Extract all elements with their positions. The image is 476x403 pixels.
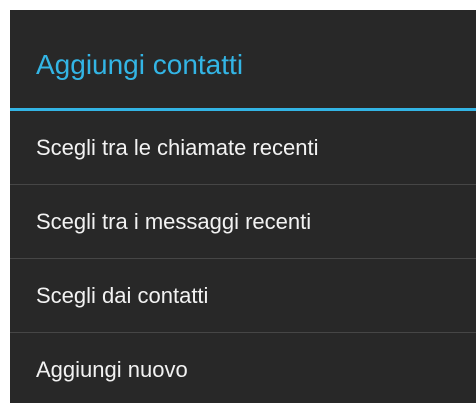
option-label: Scegli tra le chiamate recenti: [36, 134, 319, 160]
option-label: Scegli tra i messaggi recenti: [36, 208, 312, 234]
option-label: Scegli dai contatti: [36, 282, 209, 308]
option-recent-messages[interactable]: Scegli tra i messaggi recenti: [10, 185, 476, 259]
dialog-title: Aggiungi contatti: [36, 49, 244, 80]
option-recent-calls[interactable]: Scegli tra le chiamate recenti: [10, 111, 476, 185]
option-add-new[interactable]: Aggiungi nuovo: [10, 333, 476, 403]
options-list: Scegli tra le chiamate recenti Scegli tr…: [10, 111, 476, 403]
add-contacts-dialog: Aggiungi contatti Scegli tra le chiamate…: [10, 10, 476, 403]
option-from-contacts[interactable]: Scegli dai contatti: [10, 259, 476, 333]
option-label: Aggiungi nuovo: [36, 357, 188, 382]
